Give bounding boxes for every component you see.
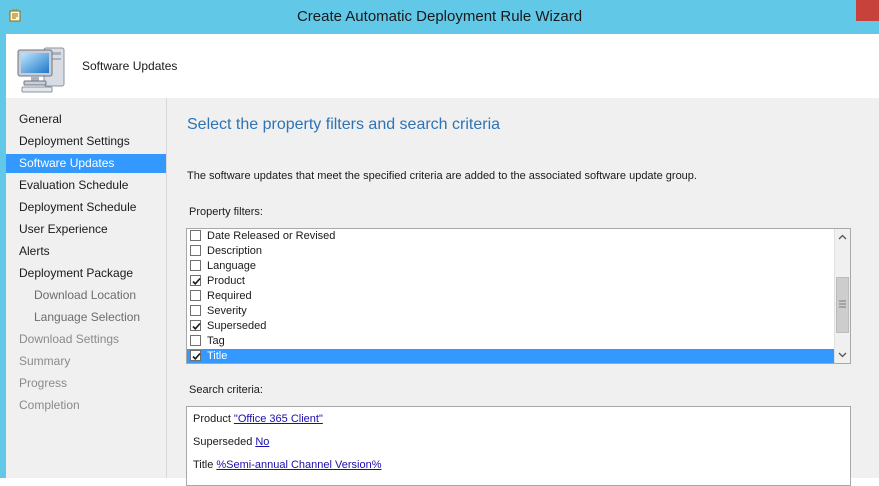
nav-item-download-settings[interactable]: Download Settings bbox=[6, 330, 166, 349]
checkbox[interactable] bbox=[190, 290, 201, 301]
list-item[interactable]: Description bbox=[187, 244, 835, 259]
background-window-remnant bbox=[176, 0, 179, 5]
nav-item-general[interactable]: General bbox=[6, 110, 166, 129]
list-item[interactable]: Superseded bbox=[187, 319, 835, 334]
nav-item-alerts[interactable]: Alerts bbox=[6, 242, 166, 261]
wizard-content: Select the property filters and search c… bbox=[167, 98, 879, 486]
nav-item-download-location[interactable]: Download Location bbox=[6, 286, 166, 305]
list-item-label: Tag bbox=[207, 335, 225, 347]
criteria-row: Superseded No bbox=[193, 436, 269, 448]
checkbox-checked[interactable] bbox=[190, 320, 201, 331]
criteria-row: Title %Semi-annual Channel Version% bbox=[193, 459, 381, 471]
property-filters-label: Property filters: bbox=[189, 206, 263, 218]
list-item[interactable]: Severity bbox=[187, 304, 835, 319]
close-button[interactable] bbox=[856, 0, 879, 21]
criteria-property: Superseded bbox=[193, 436, 253, 448]
title-bar: Create Automatic Deployment Rule Wizard bbox=[0, 0, 879, 34]
scroll-up-arrow-icon[interactable] bbox=[835, 229, 850, 246]
wizard-header: Software Updates bbox=[6, 34, 879, 98]
scroll-down-arrow-icon[interactable] bbox=[835, 346, 850, 363]
list-item-label: Date Released or Revised bbox=[207, 230, 336, 242]
criteria-value-link[interactable]: "Office 365 Client" bbox=[234, 413, 323, 425]
list-item-label: Title bbox=[207, 350, 228, 362]
list-item-label: Product bbox=[207, 275, 245, 287]
list-item-label: Severity bbox=[207, 305, 247, 317]
list-item[interactable]: Tag bbox=[187, 334, 835, 349]
nav-item-summary[interactable]: Summary bbox=[6, 352, 166, 371]
checkbox-checked[interactable] bbox=[190, 350, 201, 361]
vertical-scrollbar[interactable] bbox=[834, 229, 850, 363]
wizard-nav: General Deployment Settings Software Upd… bbox=[6, 98, 166, 478]
checkbox[interactable] bbox=[190, 230, 201, 241]
checkbox[interactable] bbox=[190, 260, 201, 271]
search-criteria-box: Product "Office 365 Client" Superseded No … bbox=[186, 406, 851, 486]
checkmark-icon bbox=[192, 277, 201, 285]
criteria-value-link[interactable]: %Semi-annual Channel Version% bbox=[216, 459, 381, 471]
checkbox[interactable] bbox=[190, 335, 201, 346]
nav-item-evaluation-schedule[interactable]: Evaluation Schedule bbox=[6, 176, 166, 195]
list-item-label: Required bbox=[207, 290, 252, 302]
grip-icon bbox=[839, 300, 846, 308]
nav-item-language-selection[interactable]: Language Selection bbox=[6, 308, 166, 327]
window-title: Create Automatic Deployment Rule Wizard bbox=[296, 8, 583, 25]
nav-item-software-updates[interactable]: Software Updates bbox=[6, 154, 166, 173]
criteria-row: Product "Office 365 Client" bbox=[193, 413, 323, 425]
checkmark-icon bbox=[192, 322, 201, 330]
computer-monitor-icon bbox=[17, 47, 65, 93]
checkmark-icon bbox=[192, 352, 201, 360]
checkbox-checked[interactable] bbox=[190, 275, 201, 286]
list-item[interactable]: Language bbox=[187, 259, 835, 274]
page-title: Select the property filters and search c… bbox=[187, 116, 501, 133]
list-item-label: Superseded bbox=[207, 320, 267, 332]
nav-item-deployment-settings[interactable]: Deployment Settings bbox=[6, 132, 166, 151]
nav-item-deployment-schedule[interactable]: Deployment Schedule bbox=[6, 198, 166, 217]
criteria-property: Product bbox=[193, 413, 231, 425]
nav-item-progress[interactable]: Progress bbox=[6, 374, 166, 393]
checkbox[interactable] bbox=[190, 245, 201, 256]
nav-item-completion[interactable]: Completion bbox=[6, 396, 166, 415]
page-description: The software updates that meet the speci… bbox=[187, 170, 697, 182]
nav-item-deployment-package[interactable]: Deployment Package bbox=[6, 264, 166, 283]
list-item-selected[interactable]: Title bbox=[187, 349, 835, 363]
search-criteria-label: Search criteria: bbox=[189, 384, 263, 396]
criteria-property: Title bbox=[193, 459, 214, 471]
property-filters-list[interactable]: Date Released or Revised Description Lan… bbox=[186, 228, 851, 364]
list-item[interactable]: Required bbox=[187, 289, 835, 304]
page-header-title: Software Updates bbox=[82, 59, 178, 73]
list-item-label: Language bbox=[207, 260, 256, 272]
checkbox[interactable] bbox=[190, 305, 201, 316]
scrollbar-thumb[interactable] bbox=[836, 277, 849, 333]
criteria-value-link[interactable]: No bbox=[255, 436, 269, 448]
list-item[interactable]: Date Released or Revised bbox=[187, 229, 835, 244]
list-item-label: Description bbox=[207, 245, 263, 257]
list-item[interactable]: Product bbox=[187, 274, 835, 289]
nav-item-user-experience[interactable]: User Experience bbox=[6, 220, 166, 239]
